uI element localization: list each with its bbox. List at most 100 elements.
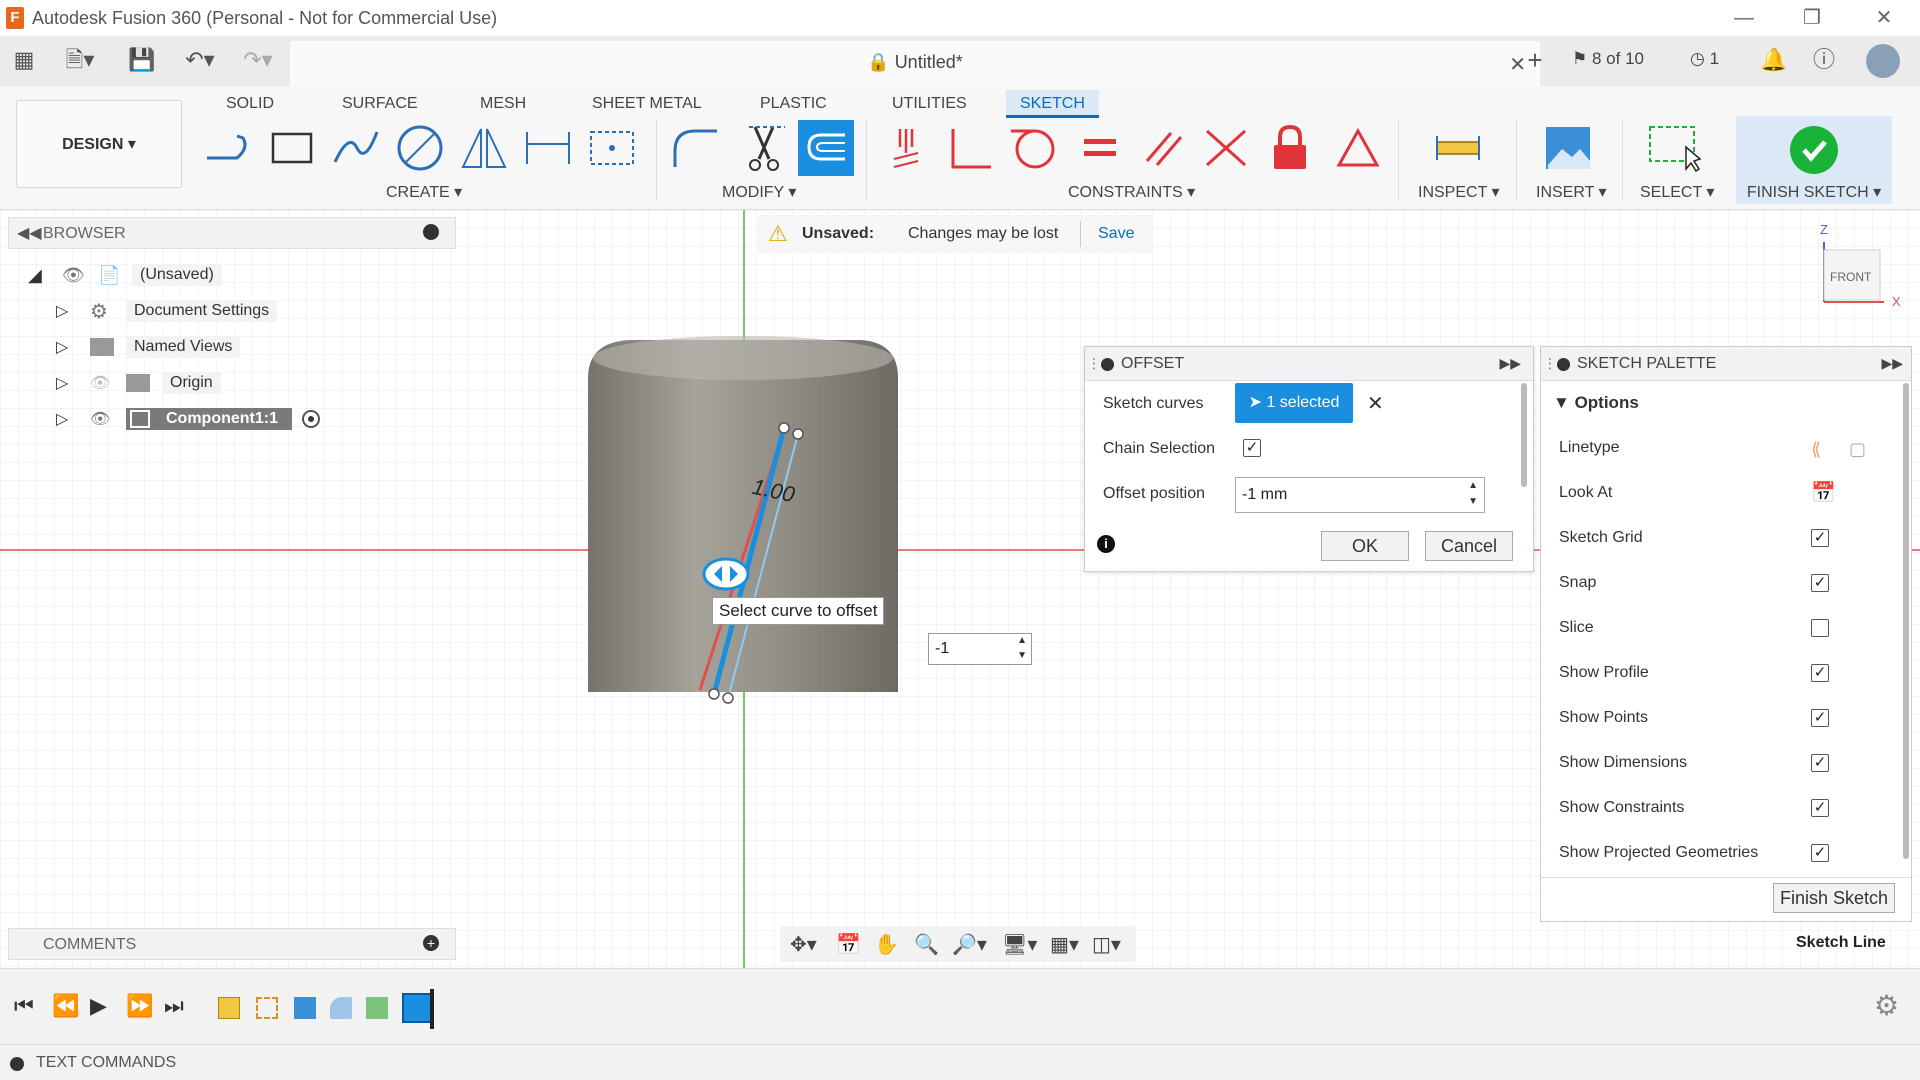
eye-icon[interactable]: 👁 (62, 265, 98, 286)
file-menu-icon[interactable]: 🗎▾ (60, 47, 100, 73)
info-icon[interactable]: i (1097, 535, 1115, 553)
zoom-window-icon[interactable]: 🔎▾ (952, 932, 987, 957)
measure-icon[interactable] (1430, 120, 1486, 176)
workspace-switcher[interactable]: DESIGN ▾ (16, 100, 182, 188)
spinner-up-icon[interactable]: ▲ (1468, 480, 1478, 491)
drag-handle-icon[interactable]: ⋮ (1543, 355, 1557, 372)
text-commands-toggle-icon[interactable] (10, 1057, 24, 1071)
tab-sketch[interactable]: SKETCH (1006, 90, 1099, 118)
avatar[interactable] (1866, 44, 1900, 78)
palette-scrollbar[interactable] (1903, 383, 1909, 859)
first-step-icon[interactable]: ⏮ (14, 993, 34, 1019)
apps-grid-icon[interactable]: ▦ (10, 47, 38, 73)
expand-triangle-icon[interactable]: ▷ (56, 373, 90, 393)
activate-radio-icon[interactable] (302, 410, 320, 428)
chain-selection-checkbox[interactable]: ✓ (1243, 439, 1261, 457)
browser-minimize-icon[interactable] (423, 224, 439, 240)
circle-tool-icon[interactable] (392, 120, 448, 176)
lock-constraint-icon[interactable] (1262, 120, 1318, 176)
insert-image-icon[interactable] (1540, 120, 1596, 176)
drag-handle-icon[interactable]: ⋮ (1087, 355, 1101, 372)
spline-tool-icon[interactable] (328, 120, 384, 176)
timeline-active-sketch-icon[interactable] (402, 993, 432, 1023)
zoom-icon[interactable]: 🔍 (914, 932, 939, 957)
show-points-checkbox[interactable]: ✓ (1811, 709, 1829, 727)
document-tab[interactable]: 🔒 Untitled* ✕ (290, 41, 1540, 86)
snap-checkbox[interactable]: ✓ (1811, 574, 1829, 592)
modify-menu[interactable]: MODIFY ▾ (722, 182, 796, 202)
show-dimensions-checkbox[interactable]: ✓ (1811, 754, 1829, 772)
tree-item-component[interactable]: ▷ 👁 Component1:1 (56, 404, 320, 434)
tab-sheet-metal[interactable]: SHEET METAL (578, 90, 716, 118)
construction-linetype-icon[interactable]: ⟪ (1811, 439, 1821, 460)
tree-item-named-views[interactable]: ▷ Named Views (56, 332, 241, 362)
clear-selection-icon[interactable]: ✕ (1367, 391, 1384, 416)
sketch-palette-header[interactable]: ⋮ SKETCH PALETTE ▶▶ (1541, 347, 1911, 381)
pan-hand-icon[interactable]: ✋ (874, 932, 899, 957)
expand-dialog-icon[interactable]: ▶▶ (1499, 355, 1521, 372)
finish-sketch-palette-button[interactable]: Finish Sketch (1773, 883, 1895, 913)
look-at-icon[interactable]: 📅 (1811, 480, 1836, 505)
timeline-sketch-feature-icon[interactable] (366, 997, 388, 1019)
mirror-tool-icon[interactable] (456, 120, 512, 176)
new-tab-icon[interactable]: + (1520, 47, 1550, 73)
rectangle-tool-icon[interactable] (264, 120, 320, 176)
viewports-icon[interactable]: ◫▾ (1092, 932, 1121, 957)
tab-mesh[interactable]: MESH (466, 90, 540, 118)
text-commands-bar[interactable]: TEXT COMMANDS (0, 1044, 1920, 1080)
job-status[interactable]: ⚑ 8 of 10 (1572, 49, 1644, 69)
eye-icon[interactable]: 👁 (90, 409, 126, 429)
inline-offset-input[interactable]: -1 ▲ ▼ (928, 633, 1032, 665)
triangle-constraint-icon[interactable] (1330, 120, 1386, 176)
minimize-button[interactable]: — (1724, 4, 1764, 32)
coincident-constraint-icon[interactable] (878, 120, 934, 176)
slice-checkbox[interactable] (1811, 619, 1829, 637)
expand-palette-icon[interactable]: ▶▶ (1881, 355, 1903, 372)
sketch-grid-checkbox[interactable]: ✓ (1811, 529, 1829, 547)
spinner-down-icon[interactable]: ▼ (1468, 496, 1478, 507)
constraints-menu[interactable]: CONSTRAINTS ▾ (1068, 182, 1195, 202)
tree-root[interactable]: ◢ 👁 📄 (Unsaved) (28, 260, 222, 290)
select-box-icon[interactable] (1646, 120, 1702, 176)
show-projected-geometries-checkbox[interactable]: ✓ (1811, 844, 1829, 862)
previous-step-icon[interactable]: ⏪ (52, 993, 79, 1019)
sketch-curves-selection-button[interactable]: ➤ 1 selected (1235, 383, 1353, 423)
point-tool-icon[interactable] (584, 120, 640, 176)
expand-triangle-icon[interactable]: ▷ (56, 409, 90, 429)
timeline-settings-gear-icon[interactable]: ⚙ (1874, 989, 1899, 1022)
tangent-constraint-icon[interactable] (1004, 120, 1060, 176)
tab-solid[interactable]: SOLID (212, 90, 288, 118)
line-tool-icon[interactable] (200, 120, 256, 176)
palette-collapse-icon[interactable] (1557, 358, 1570, 371)
dialog-collapse-icon[interactable] (1101, 358, 1114, 371)
perpendicular-constraint-icon[interactable] (942, 120, 998, 176)
create-menu[interactable]: CREATE ▾ (386, 182, 462, 202)
ok-button[interactable]: OK (1321, 531, 1409, 561)
collapse-triangle-icon[interactable]: ◢ (28, 265, 62, 286)
undo-icon[interactable]: ↶▾ (178, 47, 222, 73)
timeline-sketch-feature-icon[interactable] (218, 997, 240, 1019)
timeline-fillet-feature-icon[interactable] (330, 997, 352, 1019)
timeline-sketch-feature-icon[interactable] (256, 997, 278, 1019)
notifications-bell-icon[interactable]: 🔔 (1760, 47, 1788, 73)
add-comment-icon[interactable]: + (423, 935, 439, 951)
intersect-constraint-icon[interactable] (1198, 120, 1254, 176)
redo-icon[interactable]: ↷▾ (236, 47, 280, 73)
spinner-down-icon[interactable]: ▼ (1017, 650, 1027, 661)
timeline-marker[interactable] (430, 989, 434, 1029)
tree-item-document-settings[interactable]: ▷ ⚙ Document Settings (56, 296, 278, 326)
offset-dialog-header[interactable]: ⋮ OFFSET ▶▶ (1085, 347, 1533, 381)
offset-position-input[interactable]: -1 mm ▲ ▼ (1235, 477, 1485, 513)
restore-button[interactable]: ❐ (1792, 4, 1832, 32)
parallel-constraint-icon[interactable] (1136, 120, 1192, 176)
inspect-menu[interactable]: INSPECT ▾ (1418, 182, 1500, 202)
insert-menu[interactable]: INSERT ▾ (1536, 182, 1607, 202)
show-profile-checkbox[interactable]: ✓ (1811, 664, 1829, 682)
collapse-browser-icon[interactable]: ◀◀ (17, 223, 42, 243)
select-menu[interactable]: SELECT ▾ (1640, 182, 1714, 202)
tab-plastic[interactable]: PLASTIC (746, 90, 841, 118)
trim-tool-icon[interactable] (736, 120, 792, 176)
save-icon[interactable]: 💾 (128, 47, 156, 73)
tab-surface[interactable]: SURFACE (328, 90, 432, 118)
spinner-up-icon[interactable]: ▲ (1017, 635, 1027, 646)
